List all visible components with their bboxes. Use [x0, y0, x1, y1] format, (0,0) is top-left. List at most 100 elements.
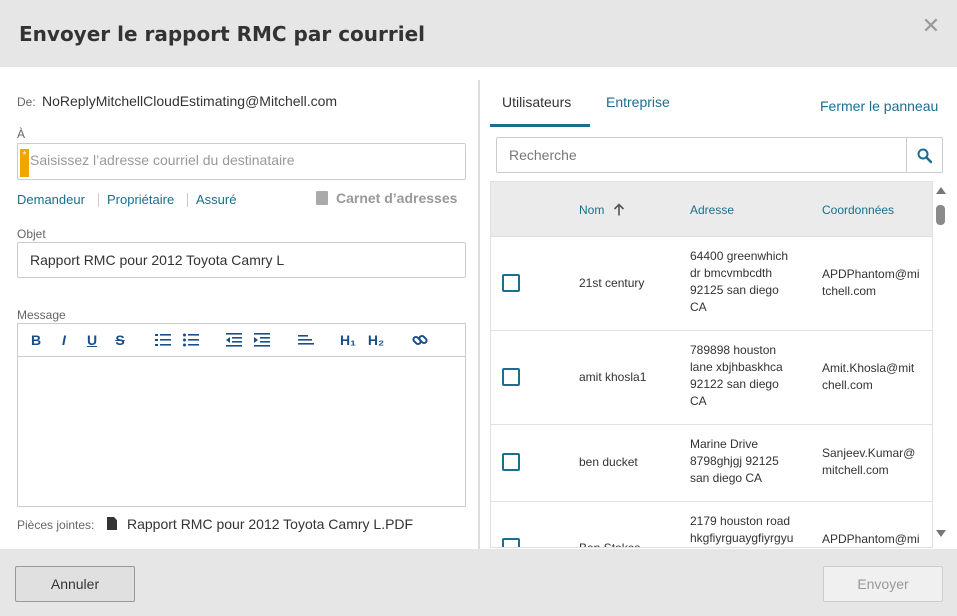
row-contact: Amit.Khosla@mit chell.com — [822, 360, 914, 394]
heading-1-icon[interactable]: H₁ — [337, 330, 359, 350]
row-checkbox[interactable] — [502, 538, 520, 547]
table-row[interactable]: Ben Stokes 2179 houston road hkgfiyrguay… — [491, 502, 932, 548]
table-scrollbar[interactable] — [933, 181, 949, 548]
row-address: 789898 houston lane xbjhbaskhca 92122 sa… — [690, 342, 783, 410]
close-icon[interactable]: ✕ — [921, 15, 941, 37]
address-line: 2179 houston road — [690, 514, 791, 528]
address-line: CA — [690, 394, 707, 408]
ordered-list-icon[interactable] — [154, 330, 172, 350]
row-checkbox[interactable] — [502, 453, 520, 471]
from-label: De: — [17, 95, 36, 109]
users-table: Nom Adresse Coordonnées 21st century 644… — [490, 181, 933, 548]
tab-utilisateurs[interactable]: Utilisateurs — [502, 94, 571, 110]
search-button[interactable] — [906, 137, 943, 173]
row-checkbox[interactable] — [502, 368, 520, 386]
scroll-up-arrow-icon[interactable] — [936, 187, 946, 194]
column-header-adresse[interactable]: Adresse — [690, 203, 734, 217]
message-editor[interactable] — [17, 356, 466, 507]
cancel-button[interactable]: Annuler — [15, 566, 135, 602]
send-button[interactable]: Envoyer — [823, 566, 943, 602]
search-input[interactable] — [509, 147, 889, 163]
address-line: dr bmcvmbcdth — [690, 266, 773, 280]
sort-ascending-icon — [613, 203, 624, 216]
scroll-down-arrow-icon[interactable] — [936, 530, 946, 537]
from-value: NoReplyMitchellCloudEstimating@Mitchell.… — [42, 93, 338, 109]
contact-line: mitchell.com — [822, 463, 889, 477]
address-line: CA — [690, 300, 707, 314]
to-input[interactable] — [30, 152, 450, 168]
row-address: 2179 houston road hkgfiyrguaygfiyrgyu — [690, 513, 793, 547]
row-checkbox[interactable] — [502, 274, 520, 292]
address-line: lane xbjhbaskhca — [690, 360, 783, 374]
link-assure[interactable]: Assuré — [196, 192, 236, 207]
search-icon — [917, 148, 933, 164]
row-address: 64400 greenwhich dr bmcvmbcdth 92125 san… — [690, 248, 788, 316]
tab-entreprise[interactable]: Entreprise — [606, 94, 670, 110]
indent-icon[interactable] — [253, 330, 271, 350]
column-header-label: Nom — [579, 203, 605, 217]
link-separator — [187, 193, 188, 207]
editor-toolbar: B I U S H₁ H₂ — [17, 323, 466, 356]
address-line: 92125 san diego — [690, 283, 779, 297]
outdent-icon[interactable] — [225, 330, 243, 350]
search-field[interactable] — [496, 137, 907, 173]
row-name: ben ducket — [579, 455, 638, 469]
contact-line: tchell.com — [822, 284, 877, 298]
table-header: Nom Adresse Coordonnées — [491, 182, 932, 237]
address-line: Marine Drive — [690, 437, 759, 451]
dialog-footer: Annuler Envoyer — [0, 549, 957, 616]
contact-line: APDPhantom@mi — [822, 532, 920, 546]
address-book-button[interactable]: Carnet d’adresses — [316, 190, 457, 206]
row-name: 21st century — [579, 276, 645, 290]
to-label: À — [17, 127, 26, 141]
row-contact: Sanjeev.Kumar@ mitchell.com — [822, 445, 915, 479]
subject-label: Objet — [17, 227, 46, 241]
row-contact: APDPhantom@mi — [822, 531, 920, 547]
address-book-icon — [316, 191, 328, 205]
link-demandeur[interactable]: Demandeur — [17, 192, 85, 207]
dialog-title: Envoyer le rapport RMC par courriel — [19, 22, 426, 46]
contact-line: APDPhantom@mi — [822, 267, 920, 281]
link-proprietaire[interactable]: Propriétaire — [107, 192, 174, 207]
italic-icon[interactable]: I — [56, 330, 72, 350]
contact-line: chell.com — [822, 378, 873, 392]
message-label: Message — [17, 308, 66, 322]
attachments-label: Pièces jointes: — [17, 518, 95, 532]
address-line: hkgfiyrguaygfiyrgyu — [690, 531, 794, 545]
address-line: 8798ghjgj 92125 — [690, 454, 779, 468]
contact-line: Amit.Khosla@mit — [822, 361, 915, 375]
contact-line: Sanjeev.Kumar@ — [822, 446, 916, 460]
address-line: san diego CA — [690, 471, 763, 485]
heading-2-icon[interactable]: H₂ — [365, 330, 387, 350]
strikethrough-icon[interactable]: S — [112, 330, 128, 350]
table-row[interactable]: ben ducket Marine Drive 8798ghjgj 92125 … — [491, 425, 932, 502]
bold-icon[interactable]: B — [28, 330, 44, 350]
scroll-thumb[interactable] — [936, 205, 945, 225]
row-contact: APDPhantom@mi tchell.com — [822, 266, 920, 300]
link-separator — [98, 193, 99, 207]
required-marker: * — [20, 149, 29, 177]
address-line: 64400 greenwhich — [690, 249, 789, 263]
bullet-list-icon[interactable] — [182, 330, 200, 350]
column-header-coordonnees[interactable]: Coordonnées — [822, 203, 894, 217]
address-line: 789898 houston — [690, 343, 777, 357]
row-name: Ben Stokes — [579, 541, 641, 548]
row-name: amit khosla1 — [579, 370, 647, 384]
column-header-nom[interactable]: Nom — [579, 203, 625, 217]
subject-field[interactable] — [17, 242, 466, 278]
to-field[interactable]: * — [17, 143, 466, 180]
address-book-label: Carnet d’adresses — [336, 190, 458, 206]
table-row[interactable]: 21st century 64400 greenwhich dr bmcvmbc… — [491, 237, 932, 331]
align-left-icon[interactable] — [297, 330, 315, 350]
close-panel-link[interactable]: Fermer le panneau — [820, 98, 938, 114]
pdf-file-icon — [107, 517, 117, 530]
underline-icon[interactable]: U — [84, 330, 100, 350]
attachment-item[interactable]: Rapport RMC pour 2012 Toyota Camry L.PDF — [107, 516, 413, 532]
table-row[interactable]: amit khosla1 789898 houston lane xbjhbas… — [491, 331, 932, 425]
subject-input[interactable] — [30, 252, 450, 268]
attachment-filename: Rapport RMC pour 2012 Toyota Camry L.PDF — [127, 516, 414, 532]
link-icon[interactable] — [411, 330, 429, 350]
address-line: 92122 san diego — [690, 377, 779, 391]
dialog-header: Envoyer le rapport RMC par courriel ✕ — [0, 0, 957, 67]
row-address: Marine Drive 8798ghjgj 92125 san diego C… — [690, 436, 779, 487]
